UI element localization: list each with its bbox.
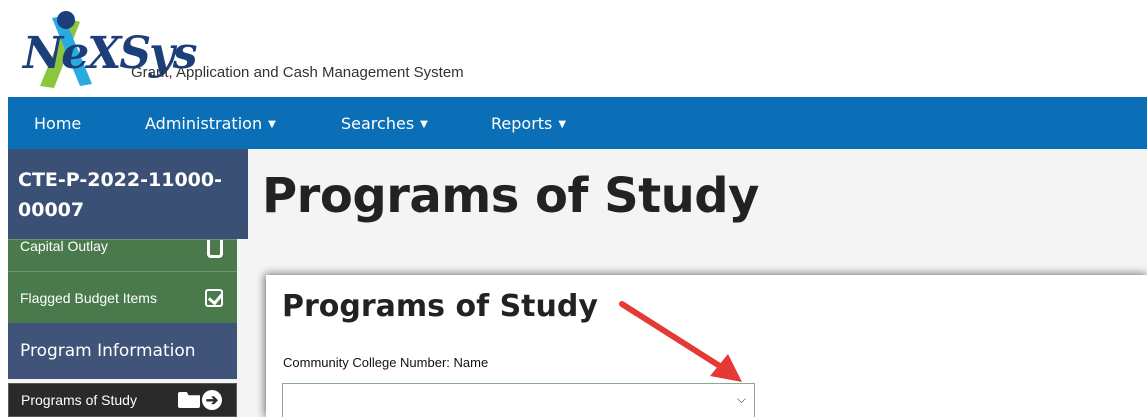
page-title: Programs of Study [262,168,759,224]
nav-home[interactable]: Home [34,114,81,133]
arrow-right-circle-icon: ➔ [202,390,222,410]
folder-open-icon [178,392,200,408]
nav-administration-label: Administration [145,114,263,133]
caret-down-icon: ▼ [268,119,276,130]
nexsys-logo[interactable]: NeXSys [10,8,197,88]
sidebar-item-flagged-budget-items[interactable]: Flagged Budget Items [8,271,237,323]
app-tagline: Grant, Application and Cash Management S… [131,64,464,81]
chevron-down-icon: ⌵ [736,392,746,406]
nav-reports[interactable]: Reports ▼ [491,114,566,133]
clipboard-icon [207,240,223,258]
annotation-arrow-icon [619,301,742,382]
grant-id-header: CTE-P-2022-11000- 00007 [8,149,248,239]
caret-down-icon: ▼ [558,119,567,130]
nav-reports-label: Reports [491,114,553,133]
nav-searches-label: Searches [341,114,415,133]
checkbox-icon [205,288,223,307]
sidebar-item-programs-of-study[interactable]: Programs of Study ➔ [8,383,237,417]
app-header: NeXSys Grant, Application and Cash Manag… [0,0,1147,96]
sidebar-item-label: Programs of Study [21,392,137,408]
community-college-label: Community College Number: Name [283,355,489,370]
sidebar: CTE-P-2022-11000- 00007 Capital Outlay F… [8,149,248,417]
sidebar-section-program-information[interactable]: Program Information [8,323,237,379]
main-navbar: Home Administration ▼ Searches ▼ Reports ▼ [8,97,1147,149]
sidebar-item-label: Flagged Budget Items [20,289,157,306]
caret-down-icon: ▼ [420,119,428,130]
grant-id-line1: CTE-P-2022-11000- [18,169,222,191]
nav-home-label: Home [34,114,82,133]
card-title: Programs of Study [282,289,598,324]
sidebar-item-label: Capital Outlay [20,238,108,254]
nav-administration[interactable]: Administration ▼ [145,114,276,133]
grant-id-line2: 00007 [18,199,85,221]
sidebar-item-capital-outlay[interactable]: Capital Outlay [8,238,237,271]
sidebar-section-label: Program Information [20,341,196,361]
nav-searches[interactable]: Searches ▼ [341,114,428,133]
folder-arrow-icon: ➔ [178,390,222,410]
